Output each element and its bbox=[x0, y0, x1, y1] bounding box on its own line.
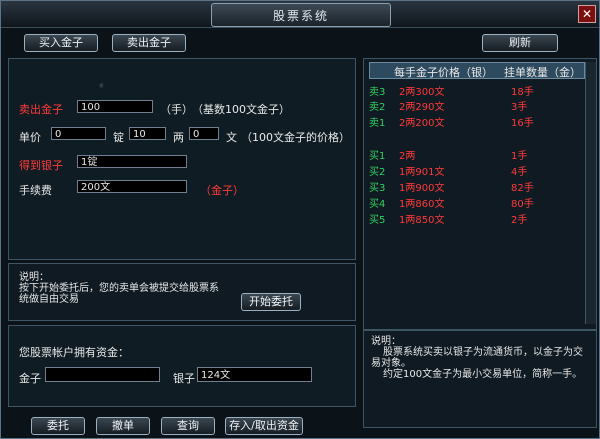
fee-unit: （金子） bbox=[200, 184, 244, 197]
order-price: 2两 bbox=[399, 151, 416, 162]
fee-value: 200文 bbox=[77, 180, 187, 193]
order-price: 2两300文 bbox=[399, 87, 445, 98]
refresh-button[interactable]: 刷新 bbox=[482, 34, 558, 52]
order-row[interactable]: 买2 1两901文 4手 bbox=[369, 163, 583, 178]
order-qty: 80手 bbox=[511, 199, 534, 210]
order-label: 买3 bbox=[369, 183, 386, 194]
fee-label: 手续费 bbox=[19, 184, 52, 197]
col-price-header: 每手金子价格（银） bbox=[394, 66, 493, 79]
order-book-header: 每手金子价格（银） 挂单数量（金） bbox=[369, 62, 585, 79]
entrust-button[interactable]: 委托 bbox=[31, 417, 85, 435]
sell-amount-label: 卖出金子 bbox=[19, 103, 63, 116]
order-qty: 82手 bbox=[511, 183, 534, 194]
instructions-line2: 统做自由交易 bbox=[19, 294, 79, 305]
price-liang-input[interactable]: 10 bbox=[129, 127, 166, 140]
order-book-scrollbar[interactable] bbox=[585, 62, 596, 324]
silver-label: 银子 bbox=[173, 372, 195, 385]
order-qty: 4手 bbox=[511, 167, 528, 178]
price-label: 单价 bbox=[19, 131, 41, 144]
sell-amount-input[interactable]: 100 bbox=[77, 100, 153, 113]
title-plate: 股票系统 bbox=[211, 3, 391, 27]
order-price: 1两850文 bbox=[399, 215, 445, 226]
order-qty: 1手 bbox=[511, 151, 528, 162]
order-price: 2两290文 bbox=[399, 102, 445, 113]
price-wen-input[interactable]: 0 bbox=[189, 127, 219, 140]
order-price: 1两901文 bbox=[399, 167, 445, 178]
order-row[interactable]: 买3 1两900文 82手 bbox=[369, 179, 583, 194]
start-entrust-button[interactable]: 开始委托 bbox=[241, 293, 301, 311]
deposit-withdraw-button[interactable]: 存入/取出资金 bbox=[225, 417, 303, 435]
wen-unit: 文 bbox=[226, 131, 237, 144]
window-title: 股票系统 bbox=[272, 9, 329, 23]
order-price: 2两200文 bbox=[399, 118, 445, 129]
order-row[interactable]: 卖3 2两300文 18手 bbox=[369, 83, 583, 98]
sell-gold-button[interactable]: 卖出金子 bbox=[112, 34, 186, 52]
order-row[interactable]: 卖2 2两290文 3手 bbox=[369, 98, 583, 113]
order-qty: 2手 bbox=[511, 215, 528, 226]
gold-balance bbox=[45, 367, 160, 382]
order-label: 卖2 bbox=[369, 102, 386, 113]
order-price: 1两900文 bbox=[399, 183, 445, 194]
order-price: 1两860文 bbox=[399, 199, 445, 210]
title-bar: 股票系统 ✕ bbox=[1, 1, 599, 28]
liang-unit: 两 bbox=[173, 131, 184, 144]
receive-silver-label: 得到银子 bbox=[19, 159, 63, 172]
order-label: 卖3 bbox=[369, 87, 386, 98]
order-row[interactable]: 买4 1两860文 80手 bbox=[369, 195, 583, 210]
help-line3: 约定100文金子为最小交易单位，简称一手。 bbox=[383, 369, 583, 380]
order-label: 买2 bbox=[369, 167, 386, 178]
order-label: 卖1 bbox=[369, 118, 386, 129]
cancel-order-button[interactable]: 撤单 bbox=[96, 417, 150, 435]
funds-panel bbox=[8, 325, 356, 407]
price-note: （100文金子的价格） bbox=[241, 131, 350, 144]
ding-unit: 锭 bbox=[113, 131, 124, 144]
order-label: 买4 bbox=[369, 199, 386, 210]
price-ding-input[interactable]: 0 bbox=[51, 127, 106, 140]
order-row[interactable]: 买5 1两850文 2手 bbox=[369, 211, 583, 226]
order-row[interactable]: 买1 2两 1手 bbox=[369, 147, 583, 162]
sell-amount-base: （基数100文金子） bbox=[192, 103, 290, 116]
sell-amount-unit: （手） bbox=[160, 103, 193, 116]
silver-balance: 124文 bbox=[197, 367, 312, 382]
query-button[interactable]: 查询 bbox=[161, 417, 215, 435]
buy-gold-button[interactable]: 买入金子 bbox=[24, 34, 98, 52]
close-icon[interactable]: ✕ bbox=[578, 5, 596, 23]
help-line1: 股票系统买卖以银子为流通货币，以金子为交 bbox=[383, 347, 583, 358]
gold-label: 金子 bbox=[19, 372, 41, 385]
order-qty: 3手 bbox=[511, 102, 528, 113]
order-label: 买5 bbox=[369, 215, 386, 226]
order-qty: 18手 bbox=[511, 87, 534, 98]
receive-silver-value: 1锭 bbox=[77, 155, 187, 168]
stock-window: 股票系统 ✕ 买入金子 卖出金子 刷新 · 卖出金子 100 （手） （基数10… bbox=[0, 0, 600, 439]
funds-heading: 您股票帐户拥有资金： bbox=[19, 346, 129, 359]
order-row[interactable]: 卖1 2两200文 16手 bbox=[369, 114, 583, 129]
order-qty: 16手 bbox=[511, 118, 534, 129]
order-label: 买1 bbox=[369, 151, 386, 162]
col-qty-header: 挂单数量（金） bbox=[504, 66, 581, 79]
